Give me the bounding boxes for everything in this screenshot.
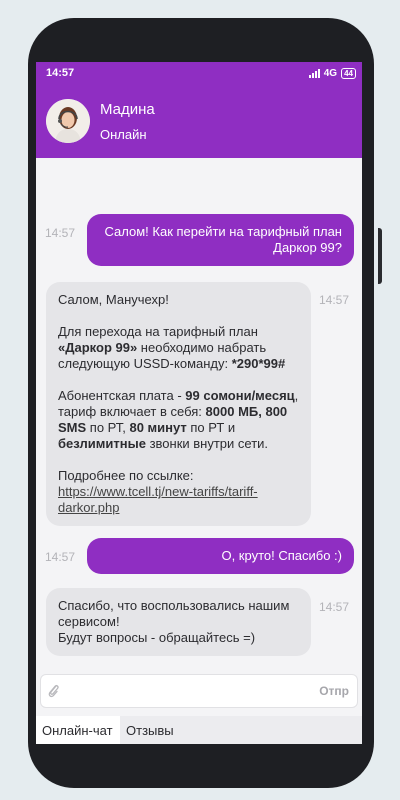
message-text: Спасибо, что воспользовались нашим серви…: [58, 598, 290, 629]
chat-header: Мадина Онлайн: [36, 84, 362, 158]
message-paragraph: Подробнее по ссылке:: [58, 468, 194, 483]
status-time: 14:57: [46, 67, 75, 79]
message-time: 14:57: [45, 550, 76, 564]
battery-icon: 44: [341, 67, 356, 79]
incoming-message[interactable]: Спасибо, что воспользовались нашим серви…: [46, 588, 311, 656]
contact-status: Онлайн: [100, 127, 147, 142]
message-paragraph: Абонентская плата - 99 сомони/месяц, тар…: [58, 388, 299, 451]
app-screen: 14:57 4G 44 Мадина Онлайн 14:57 Салом! К…: [36, 62, 362, 744]
signal-icon: [308, 68, 320, 78]
message-greeting: Салом, Манучехр!: [58, 292, 169, 307]
avatar[interactable]: [46, 99, 90, 143]
send-button[interactable]: Отпр: [319, 684, 349, 698]
message-time: 14:57: [319, 293, 350, 307]
phone-side-button: [378, 228, 382, 284]
message-text: О, круто! Спасибо :): [221, 548, 342, 563]
message-time: 14:57: [45, 226, 76, 240]
message-composer: Отпр: [40, 674, 358, 708]
chat-area: 14:57 Салом! Как перейти на тарифный пла…: [36, 158, 362, 668]
message-paragraph: Для перехода на тарифный план «Даркор 99…: [58, 324, 286, 371]
operator-avatar-icon: [46, 99, 90, 143]
status-bar: 14:57 4G 44: [36, 62, 362, 84]
message-text: Будут вопросы - обращайтесь =): [58, 630, 256, 645]
bottom-tabs: Онлайн-чат Отзывы: [36, 716, 362, 744]
tab-online-chat[interactable]: Онлайн-чат: [36, 716, 120, 744]
tariff-link[interactable]: https://www.tcell.tj/new-tariffs/tariff-…: [58, 484, 258, 515]
incoming-message[interactable]: Салом, Манучехр! Для перехода на тарифны…: [46, 282, 311, 526]
paperclip-icon[interactable]: [47, 683, 61, 699]
message-time: 14:57: [319, 600, 350, 614]
outgoing-message[interactable]: Салом! Как перейти на тарифный план Дарк…: [87, 214, 354, 266]
tab-reviews[interactable]: Отзывы: [120, 716, 362, 744]
battery-level: 44: [344, 68, 353, 78]
network-type: 4G: [323, 67, 338, 79]
outgoing-message[interactable]: О, круто! Спасибо :): [87, 538, 354, 574]
message-input[interactable]: [69, 683, 312, 699]
contact-name: Мадина: [100, 101, 155, 118]
message-text: Салом! Как перейти на тарифный план Дарк…: [104, 224, 343, 255]
